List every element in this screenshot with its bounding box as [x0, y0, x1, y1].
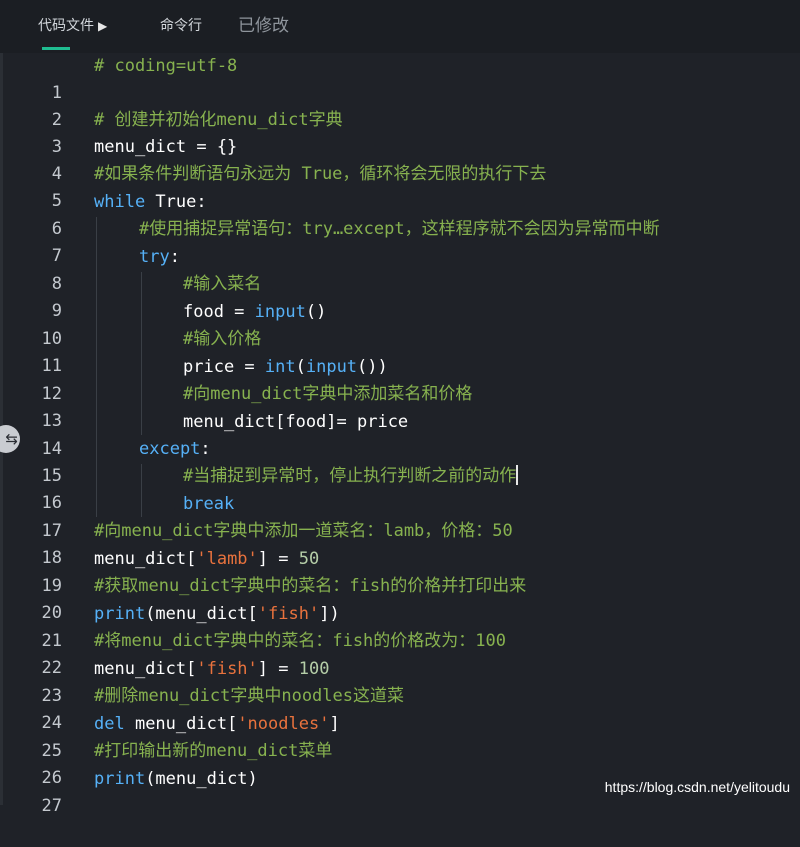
code-text: menu_dict[ — [124, 714, 238, 734]
code-text: ] — [329, 714, 340, 734]
code-line: 15 except: — [0, 436, 800, 486]
code-line: 20 #获取menu_dict字典中的菜名：fish的价格并打印出来 — [0, 573, 800, 623]
code-comment: #输入菜名 — [183, 274, 262, 294]
code-line: 11 #输入价格 — [0, 326, 800, 376]
code-text: menu_dict[ — [94, 549, 197, 569]
code-statement: price = int(input()) — [183, 354, 388, 381]
code-text: (menu_dict) — [145, 769, 258, 789]
code-text: menu_dict = {} — [94, 137, 238, 157]
code-comment: #打印输出新的menu_dict菜单 — [94, 741, 333, 761]
code-text: menu_dict[ — [94, 659, 197, 679]
code-statement: while True: — [94, 189, 207, 216]
code-comment: # coding=utf-8 — [94, 56, 238, 76]
code-statement: print(menu_dict['fish']) — [94, 601, 340, 628]
play-icon[interactable]: ▶ — [98, 19, 107, 33]
code-statement: except: — [139, 436, 211, 463]
code-line: 5 #如果条件判断语句永远为 True，循环将会无限的执行下去 — [0, 161, 800, 211]
string-literal: 'fish' — [196, 659, 258, 679]
code-line: 7 #使用捕捉异常语句：try…except，这样程序就不会因为异常而中断 — [0, 216, 800, 266]
keyword: print — [94, 604, 146, 624]
code-line: 16 #当捕捉到异常时，停止执行判断之前的动作 — [0, 463, 800, 513]
code-comment: # 创建并初始化menu_dict字典 — [94, 110, 343, 130]
keyword: int — [264, 357, 296, 377]
code-text: menu_dict[food]= price — [183, 412, 409, 432]
keyword: input — [305, 357, 358, 377]
code-text: : — [200, 439, 211, 459]
string-literal: 'lamb' — [196, 549, 258, 569]
code-text: True: — [145, 192, 207, 212]
code-line: 1 # coding=utf-8 — [0, 53, 800, 103]
code-line: 9 #输入菜名 — [0, 271, 800, 321]
code-line: 19 menu_dict['lamb'] = 50 — [0, 546, 800, 596]
number-literal: 50 — [298, 549, 320, 569]
watermark: https://blog.csdn.net/yelitoudu — [604, 779, 790, 795]
code-comment: #使用捕捉异常语句：try…except，这样程序就不会因为异常而中断 — [139, 219, 660, 239]
code-statement: del menu_dict['noodles'] — [94, 711, 340, 738]
string-literal: 'fish' — [257, 604, 320, 624]
string-literal: 'noodles' — [237, 714, 330, 734]
code-line: 24 #删除menu_dict字典中noodles这道菜 — [0, 683, 800, 733]
tab-command-line[interactable]: 命令行 — [160, 0, 202, 53]
code-statement: food = input() — [183, 299, 326, 326]
code-statement: print(menu_dict) — [94, 766, 258, 793]
keyword: while — [94, 192, 146, 212]
code-text: ] = — [257, 659, 299, 679]
number-literal: 100 — [298, 659, 330, 679]
text-cursor — [516, 465, 519, 485]
code-comment: #如果条件判断语句永远为 True，循环将会无限的执行下去 — [94, 164, 547, 184]
keyword: try — [139, 247, 170, 267]
code-line: 13 #向menu_dict字典中添加菜名和价格 — [0, 381, 800, 431]
keyword: del — [94, 714, 125, 734]
code-line: 2 — [0, 80, 800, 130]
tab-code-file[interactable]: 代码文件 ▶ — [38, 0, 107, 53]
code-text: : — [169, 247, 180, 267]
code-comment: #将menu_dict字典中的菜名：fish的价格改为：100 — [94, 631, 506, 651]
code-line: 21 print(menu_dict['fish']) — [0, 601, 800, 651]
tab-code-file-label: 代码文件 — [38, 18, 94, 34]
code-comment: #当捕捉到异常时，停止执行判断之前的动作 — [183, 466, 517, 486]
code-text: price = — [183, 357, 265, 377]
keyword: input — [254, 302, 306, 322]
code-line: 4 menu_dict = {} — [0, 134, 800, 184]
code-text: (menu_dict[ — [145, 604, 258, 624]
code-line: 22 #将menu_dict字典中的菜名：fish的价格改为：100 — [0, 628, 800, 678]
code-comment: #向menu_dict字典中添加一道菜名：lamb，价格：50 — [94, 521, 513, 541]
code-text: food = — [183, 302, 255, 322]
code-line: 17 break — [0, 491, 800, 541]
code-line: 26 #打印输出新的menu_dict菜单 — [0, 738, 800, 788]
code-comment: #获取menu_dict字典中的菜名：fish的价格并打印出来 — [94, 576, 527, 596]
code-statement: #当捕捉到异常时，停止执行判断之前的动作 — [183, 463, 519, 490]
modified-status: 已修改 — [238, 16, 289, 36]
keyword: print — [94, 769, 146, 789]
active-tab-indicator — [42, 47, 70, 50]
code-comment: #输入价格 — [183, 329, 262, 349]
code-line: 6 while True: — [0, 189, 800, 239]
code-text: ]) — [319, 604, 340, 624]
code-text: ( — [295, 357, 306, 377]
code-line: 10 food = input() — [0, 299, 800, 349]
line-number: 27 — [41, 796, 62, 816]
code-statement: try: — [139, 244, 180, 271]
code-line: 18 #向menu_dict字典中添加一道菜名：lamb，价格：50 — [0, 518, 800, 568]
keyword: except — [139, 439, 201, 459]
code-statement: menu_dict['fish'] = 100 — [94, 656, 329, 683]
code-line: 23 menu_dict['fish'] = 100 — [0, 656, 800, 706]
code-text: () — [305, 302, 327, 322]
tab-bar: 代码文件 ▶ 命令行 已修改 — [0, 0, 800, 53]
code-line: 8 try: — [0, 244, 800, 294]
code-text: ()) — [357, 357, 388, 377]
code-line: 3 # 创建并初始化menu_dict字典 — [0, 107, 800, 157]
keyword: break — [183, 494, 235, 514]
code-statement: menu_dict['lamb'] = 50 — [94, 546, 319, 573]
code-comment: #删除menu_dict字典中noodles这道菜 — [94, 686, 404, 706]
code-line: 25 del menu_dict['noodles'] — [0, 711, 800, 761]
code-line: 12 price = int(input()) — [0, 354, 800, 404]
code-comment: #向menu_dict字典中添加菜名和价格 — [183, 384, 473, 404]
code-text: ] = — [257, 549, 299, 569]
code-line: 14 menu_dict[food]= price — [0, 409, 800, 459]
